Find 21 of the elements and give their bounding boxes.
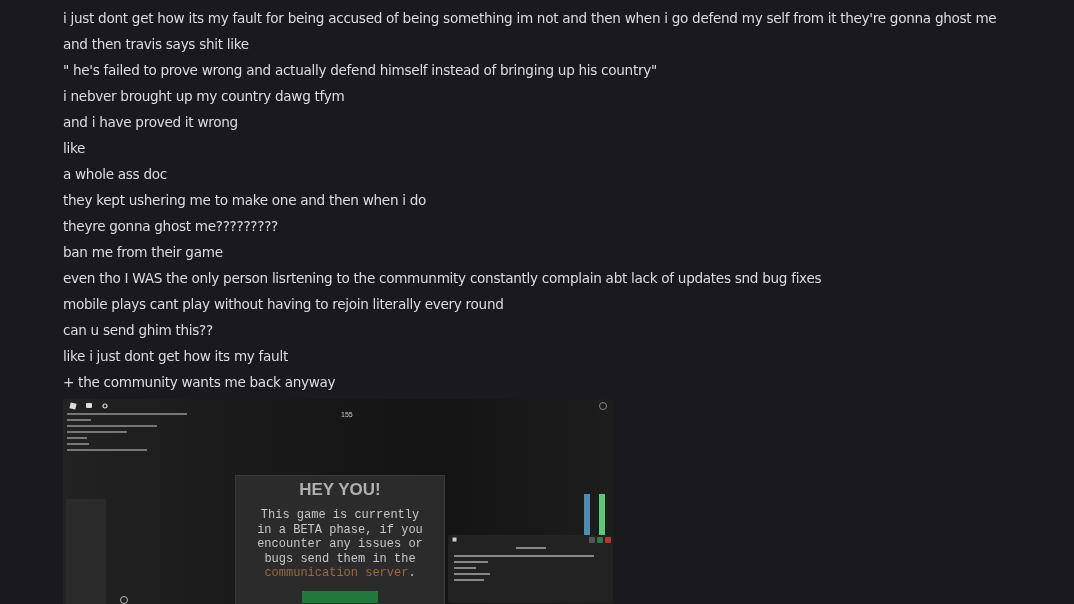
notice-text: This game is currently in a BETA phase, if you encounter any issues or bugs send them in the communication server.	[256, 508, 424, 581]
message-text: + the community wants me back anyway	[63, 374, 336, 390]
message-text: mobile plays cant play without having to rejoin literally every round	[63, 296, 504, 312]
message-text: " he's failed to prove wrong and actually defend himself instead of bringing up his country"	[63, 62, 657, 78]
document-icon	[452, 537, 457, 542]
message-text: they kept ushering me to make one and then when i do	[63, 192, 427, 208]
message-text: theyre gonna ghost me?????????	[63, 218, 278, 234]
message-text: even tho I WAS the only person lisrtening to the communmity constantly complain abt lack of updates snd bug fixes	[63, 270, 822, 286]
message-text: i nebver brought up my country dawg tfym	[63, 88, 345, 104]
message-text: and i have proved it wrong	[63, 114, 238, 130]
message-text: ban me from their game	[63, 244, 223, 260]
chat-icon[interactable]	[85, 402, 93, 410]
message-text: like	[63, 140, 86, 156]
agree-button[interactable]	[302, 590, 378, 603]
message-text: and then travis says shit like	[63, 36, 249, 52]
message-text: i just dont get how its my fault for being accused of being something im not and then when i go defend my self from it they're gonna ghost me	[63, 10, 997, 26]
message-text: a whole ass doc	[63, 166, 167, 182]
message-text: can u send ghim this??	[63, 322, 213, 338]
gear-icon[interactable]	[101, 402, 109, 410]
notice-title: HEY YOU!	[299, 480, 381, 500]
message-text: like i just dont get how its my fault	[63, 348, 288, 364]
